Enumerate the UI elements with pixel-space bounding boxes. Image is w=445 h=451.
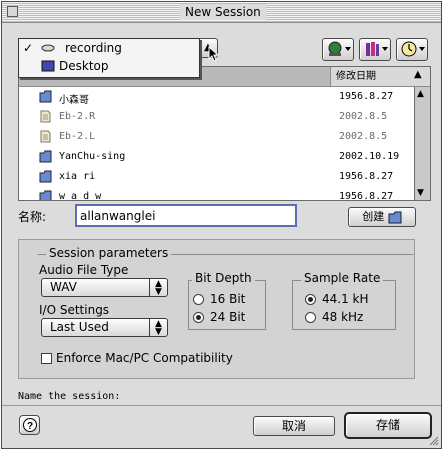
audio-file-type-value: WAV (50, 280, 77, 294)
file-name: Eb-2.R (59, 111, 96, 122)
file-date: 1956.8.27 (339, 191, 394, 201)
session-name-input[interactable]: allanwanglei (75, 204, 297, 227)
file-name: w a d w (59, 191, 102, 201)
scroll-down-arrow[interactable]: ▼ (417, 188, 424, 198)
file-date: 2002.8.5 (339, 131, 388, 142)
disk-icon (41, 44, 55, 52)
folder-icon (39, 90, 52, 103)
create-label: 创建 (362, 210, 385, 223)
new-folder-icon (388, 211, 402, 223)
sample-rate-48-radio[interactable] (305, 312, 316, 323)
save-button[interactable]: 存储 (344, 412, 432, 439)
bit-depth-24-label: 24 Bit (210, 310, 246, 324)
file-date: 1956.8.27 (339, 91, 394, 102)
popup-item-desktop[interactable]: Desktop (19, 58, 197, 75)
bit-depth-16-radio[interactable] (193, 294, 204, 305)
folder-icon (39, 150, 52, 163)
table-row[interactable]: xia ri 1956.8.27 (19, 167, 414, 187)
resize-grip-icon[interactable] (429, 436, 439, 446)
popup-item-recording[interactable]: ✓ recording (19, 40, 197, 57)
column-header-date[interactable]: 修改日期 (332, 67, 416, 86)
session-parameters-title: Session parameters (46, 246, 172, 260)
sample-rate-44-radio[interactable] (305, 294, 316, 305)
file-list[interactable]: 名称 修改日期 ▲ 小森哥1956.8.27Eb-2.R2002.8.5Eb-2… (18, 66, 431, 201)
popup-item-label: recording (65, 41, 122, 55)
save-label: 存储 (375, 418, 400, 432)
help-icon: ? (22, 418, 37, 432)
sample-rate-44-label: 44.1 kH (322, 292, 369, 306)
table-row[interactable]: Eb-2.L 2002.8.5 (19, 127, 414, 147)
file-date: 2002.10.19 (339, 151, 400, 162)
close-box[interactable] (7, 6, 18, 17)
vertical-scrollbar[interactable]: ▲ ▼ (414, 87, 430, 200)
io-settings-select[interactable]: Last Used ▲ ▼ (41, 318, 168, 337)
sample-rate-title: Sample Rate (301, 271, 384, 285)
io-settings-label: I/O Settings (39, 303, 110, 317)
enforce-compat-label: Enforce Mac/PC Compatibility (56, 351, 233, 365)
file-name: YanChu-sing (59, 151, 126, 162)
favorites-books-icon (366, 42, 388, 56)
help-button[interactable]: ? (19, 415, 40, 435)
network-button[interactable] (322, 38, 354, 61)
file-name: 小森哥 (59, 95, 89, 106)
session-name-value: allanwanglei (80, 209, 156, 223)
recent-clock-icon (401, 41, 425, 57)
table-row[interactable]: YanChu-sing 2002.10.19 (19, 147, 414, 167)
popup-item-label: Desktop (59, 59, 109, 73)
cancel-button[interactable]: 取消 (253, 416, 335, 436)
desktop-icon (41, 60, 55, 72)
bit-depth-title: Bit Depth (192, 271, 255, 285)
recent-button[interactable] (396, 38, 428, 61)
status-separator (2, 405, 441, 406)
name-label: 名称: (18, 210, 47, 224)
create-folder-button[interactable]: 创建 (348, 207, 416, 227)
help-glyph: ? (26, 421, 32, 432)
select-arrows-icon: ▲ ▼ (149, 279, 167, 297)
folder-icon (39, 170, 52, 183)
sample-rate-48-label: 48 kHz (322, 310, 364, 324)
session-parameters-panel: Session parameters Audio File Type WAV ▲… (18, 239, 415, 379)
new-session-dialog: New Session ▲ 名称 修改日期 ▲ (1, 1, 442, 449)
sort-direction-icon[interactable]: ▲ (414, 69, 422, 80)
window-title: New Session (180, 4, 266, 20)
table-row[interactable]: Eb-2.R 2002.8.5 (19, 107, 414, 127)
audio-file-type-select[interactable]: WAV ▲ ▼ (41, 278, 168, 297)
document-icon (40, 130, 51, 143)
file-date: 1956.8.27 (339, 171, 394, 182)
checkmark-icon: ✓ (23, 41, 34, 55)
scroll-up-arrow[interactable]: ▲ (417, 89, 424, 99)
bit-depth-16-label: 16 Bit (210, 292, 246, 306)
location-popup-menu[interactable]: ✓ recording Desktop (18, 38, 200, 78)
folder-icon (39, 190, 52, 200)
file-date: 2002.8.5 (339, 111, 388, 122)
select-arrows-icon: ▲ ▼ (149, 319, 167, 337)
table-row[interactable]: w a d w 1956.8.27 (19, 187, 414, 201)
audio-file-type-label: Audio File Type (39, 263, 129, 277)
mouse-cursor-icon (208, 46, 220, 62)
cancel-label: 取消 (281, 419, 306, 433)
favorites-button[interactable] (359, 38, 391, 61)
document-icon (40, 110, 51, 123)
title-bar[interactable]: New Session (2, 2, 441, 23)
file-name: xia ri (59, 171, 96, 182)
network-globe-icon (328, 41, 351, 56)
bit-depth-24-radio[interactable] (193, 312, 204, 323)
table-row[interactable]: 小森哥 1956.8.27 (19, 87, 414, 107)
enforce-compat-checkbox[interactable] (41, 353, 52, 364)
io-settings-value: Last Used (50, 320, 109, 334)
status-text: Name the session: (18, 391, 121, 402)
file-name: Eb-2.L (59, 131, 96, 142)
